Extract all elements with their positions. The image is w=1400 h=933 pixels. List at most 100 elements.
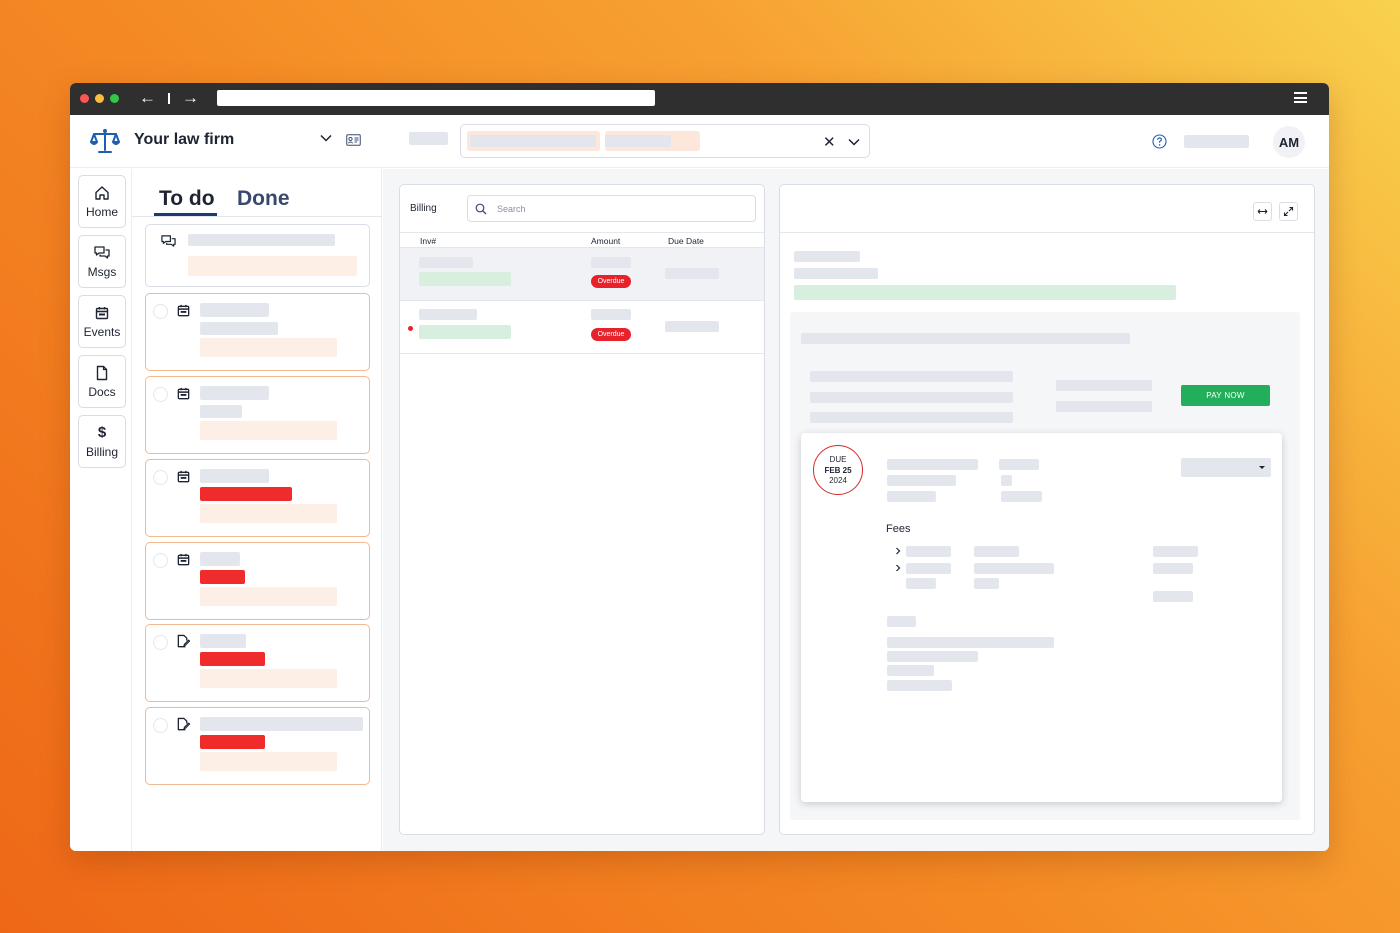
invoice-detail-panel: PAY NOW DUE FEB 25 2024 Fees xyxy=(779,184,1315,835)
text-placeholder xyxy=(200,504,337,523)
text-placeholder xyxy=(200,421,337,440)
text-placeholder xyxy=(200,322,278,335)
minimize-window-dot[interactable] xyxy=(95,94,104,103)
document-icon xyxy=(96,365,108,380)
search-input[interactable]: Search xyxy=(467,195,756,222)
text-placeholder xyxy=(200,469,269,483)
contact-card-icon[interactable] xyxy=(346,134,361,146)
text-placeholder xyxy=(200,552,240,566)
complete-checkbox[interactable] xyxy=(153,304,168,319)
todo-card-document[interactable] xyxy=(145,624,370,702)
url-bar[interactable] xyxy=(217,90,655,106)
chevron-right-icon[interactable] xyxy=(894,547,902,555)
complete-checkbox[interactable] xyxy=(153,553,168,568)
nav-events[interactable]: Events xyxy=(78,295,126,348)
todo-card-event[interactable] xyxy=(145,376,370,454)
column-header-inv[interactable]: Inv# xyxy=(420,236,436,246)
chevron-down-icon[interactable] xyxy=(319,131,333,145)
document-sign-icon xyxy=(177,634,191,648)
todo-card-event[interactable] xyxy=(145,459,370,537)
invoice-number-placeholder xyxy=(419,309,477,320)
table-row[interactable]: Overdue xyxy=(400,248,764,301)
close-icon[interactable]: ✕ xyxy=(823,135,836,151)
complete-checkbox[interactable] xyxy=(153,387,168,402)
text-placeholder xyxy=(200,338,337,357)
invoice-detail-placeholder xyxy=(419,272,511,286)
tab-done[interactable]: Done xyxy=(237,187,290,211)
chevron-right-icon[interactable] xyxy=(894,564,902,572)
complete-checkbox[interactable] xyxy=(153,718,168,733)
amount-placeholder xyxy=(591,309,631,320)
expand-icon xyxy=(1283,206,1294,217)
column-header-amount[interactable]: Amount xyxy=(591,236,620,246)
todo-panel: To do Done xyxy=(132,169,382,851)
chevron-down-icon[interactable] xyxy=(847,135,861,149)
text-placeholder xyxy=(188,256,357,276)
fee-placeholder xyxy=(1153,591,1193,602)
calendar-icon xyxy=(177,387,190,400)
urgent-placeholder xyxy=(200,652,265,666)
nav-home[interactable]: Home xyxy=(78,175,126,228)
search-icon xyxy=(475,203,487,215)
maximize-window-dot[interactable] xyxy=(110,94,119,103)
dollar-icon: $ xyxy=(97,423,107,441)
tab-todo[interactable]: To do xyxy=(159,187,215,211)
nav-billing[interactable]: $ Billing xyxy=(78,415,126,468)
column-header-due-date[interactable]: Due Date xyxy=(668,236,704,246)
text-placeholder xyxy=(887,491,936,502)
table-header: Inv# Amount Due Date xyxy=(400,232,764,248)
urgent-placeholder xyxy=(200,735,265,749)
nav-msgs[interactable]: Msgs xyxy=(78,235,126,288)
nav-docs[interactable]: Docs xyxy=(78,355,126,408)
selected-chip xyxy=(467,131,600,151)
app-header: Your law firm ✕ AM xyxy=(70,115,1329,168)
text-placeholder xyxy=(887,665,934,676)
invoice-options-select[interactable] xyxy=(1181,458,1271,477)
complete-checkbox[interactable] xyxy=(153,470,168,485)
pay-now-button[interactable]: PAY NOW xyxy=(1181,385,1270,406)
text-placeholder xyxy=(200,717,363,731)
search-placeholder: Search xyxy=(497,204,526,214)
close-window-dot[interactable] xyxy=(80,94,89,103)
todo-card-document[interactable] xyxy=(145,707,370,785)
fee-placeholder xyxy=(906,546,951,557)
matter-select[interactable]: ✕ xyxy=(460,124,870,158)
todo-card-message[interactable] xyxy=(145,224,370,287)
text-placeholder xyxy=(1056,380,1152,391)
firm-name[interactable]: Your law firm xyxy=(134,131,234,149)
text-placeholder xyxy=(801,333,1130,344)
text-placeholder xyxy=(794,251,860,262)
arrows-horizontal-icon xyxy=(1257,209,1268,214)
avatar[interactable]: AM xyxy=(1273,126,1305,158)
tabs-divider xyxy=(132,216,382,217)
fee-placeholder xyxy=(1153,563,1193,574)
text-placeholder xyxy=(887,459,978,470)
messages-icon xyxy=(94,245,110,259)
text-placeholder xyxy=(200,752,337,771)
due-date: FEB 25 xyxy=(824,465,852,475)
fee-placeholder xyxy=(974,563,1054,574)
text-placeholder xyxy=(200,634,246,648)
arrow-right-icon[interactable]: → xyxy=(182,88,199,108)
billing-title: Billing xyxy=(410,203,437,214)
text-placeholder xyxy=(999,459,1039,470)
nav-label: Msgs xyxy=(87,264,117,279)
scales-of-justice-icon xyxy=(90,129,120,153)
todo-card-event[interactable] xyxy=(145,293,370,371)
arrow-left-icon[interactable]: ← xyxy=(139,88,156,108)
todo-card-event[interactable] xyxy=(145,542,370,620)
calendar-icon xyxy=(95,306,109,319)
fullscreen-button[interactable] xyxy=(1279,202,1298,221)
text-placeholder xyxy=(200,386,269,400)
table-row[interactable]: Overdue xyxy=(400,301,764,354)
document-sign-icon xyxy=(177,717,191,731)
nav-label: Docs xyxy=(88,384,116,399)
amount-placeholder xyxy=(591,257,631,268)
complete-checkbox[interactable] xyxy=(153,635,168,650)
status-badge: Overdue xyxy=(591,328,631,341)
expand-width-button[interactable] xyxy=(1253,202,1272,221)
app-window: ← → Your law firm ✕ AM Home Msgs Events … xyxy=(70,83,1329,851)
status-badge: Overdue xyxy=(591,275,631,288)
help-circle-icon[interactable] xyxy=(1152,134,1167,149)
hamburger-icon[interactable] xyxy=(1294,92,1307,103)
